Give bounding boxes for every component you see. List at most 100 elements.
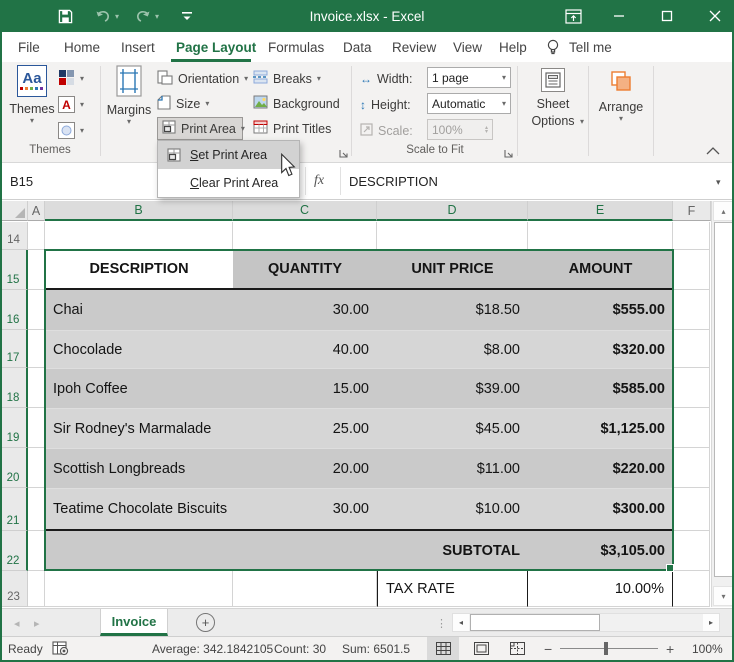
cell-d22[interactable]: SUBTOTAL <box>377 531 528 571</box>
formula-bar-expand-icon[interactable]: ▾ <box>716 177 721 188</box>
cell-d18[interactable]: $39.00 <box>377 368 528 408</box>
cell-b19[interactable]: Sir Rodney's Marmalade <box>45 408 233 448</box>
cell-d19[interactable]: $45.00 <box>377 408 528 448</box>
vertical-scrollbar[interactable]: ▴ ▾ <box>711 201 734 607</box>
tab-home[interactable]: Home <box>62 32 102 62</box>
arrange-button[interactable]: Arrange ▾ <box>592 65 650 123</box>
print-area-button[interactable]: Print Area ▾ <box>157 117 243 140</box>
breaks-button[interactable]: Breaks ▾ <box>253 67 321 90</box>
cell-d16[interactable]: $18.50 <box>377 290 528 330</box>
background-button[interactable]: Background <box>253 92 340 115</box>
cell-c21[interactable]: 30.00 <box>233 488 377 531</box>
cell-c23[interactable] <box>233 571 377 607</box>
cell-e16[interactable]: $555.00 <box>528 290 673 330</box>
cell-a21[interactable] <box>28 488 45 531</box>
zoom-slider-thumb[interactable] <box>604 642 608 655</box>
maximize-button[interactable] <box>650 0 684 32</box>
cell-f15[interactable] <box>673 250 710 290</box>
cell-c14[interactable] <box>233 222 377 250</box>
menu-item-set-print-area[interactable]: Set Print Area <box>158 141 299 169</box>
cell-c17[interactable]: 40.00 <box>233 330 377 368</box>
height-select[interactable]: Automatic ▾ <box>427 93 511 114</box>
cell-b18[interactable]: Ipoh Coffee <box>45 368 233 408</box>
save-icon[interactable] <box>56 7 74 25</box>
column-header-b[interactable]: B <box>45 201 233 221</box>
page-break-preview-icon[interactable] <box>501 637 533 660</box>
undo-dropdown-icon[interactable]: ▾ <box>112 7 122 25</box>
tab-scroll-divider[interactable]: ⋮ <box>436 609 447 637</box>
cell-a18[interactable] <box>28 368 45 408</box>
status-sum[interactable]: Sum: 6501.5 <box>342 637 410 660</box>
cell-d23[interactable]: TAX RATE <box>377 571 528 607</box>
close-button[interactable] <box>698 0 732 32</box>
orientation-button[interactable]: Orientation ▾ <box>157 67 248 90</box>
cell-e23[interactable]: 10.00% <box>528 571 673 607</box>
themes-button[interactable]: Aa Themes ▾ <box>8 65 56 125</box>
cell-f22[interactable] <box>673 531 710 571</box>
cell-e20[interactable]: $220.00 <box>528 448 673 488</box>
menu-item-clear-print-area[interactable]: Clear Print Area <box>158 169 299 197</box>
undo-icon[interactable] <box>94 7 112 25</box>
cell-b15-active[interactable]: DESCRIPTION <box>45 250 233 290</box>
cell-d14[interactable] <box>377 222 528 250</box>
scroll-left-icon[interactable]: ◂ <box>453 614 469 631</box>
scale-to-fit-dialog-launcher-icon[interactable] <box>503 146 514 157</box>
theme-effects-button[interactable]: ▾ <box>58 119 84 142</box>
tell-me-box[interactable]: Tell me <box>567 32 614 62</box>
cell-a19[interactable] <box>28 408 45 448</box>
page-setup-dialog-launcher-icon[interactable] <box>338 146 349 157</box>
tab-page-layout[interactable]: Page Layout <box>174 32 258 62</box>
cell-e18[interactable]: $585.00 <box>528 368 673 408</box>
tab-data[interactable]: Data <box>341 32 374 62</box>
cell-d17[interactable]: $8.00 <box>377 330 528 368</box>
cell-e17[interactable]: $320.00 <box>528 330 673 368</box>
column-header-a[interactable]: A <box>28 201 45 221</box>
customize-quick-access-icon[interactable] <box>178 7 196 25</box>
width-select[interactable]: 1 page ▾ <box>427 67 511 88</box>
cell-b14[interactable] <box>45 222 233 250</box>
cell-c18[interactable]: 15.00 <box>233 368 377 408</box>
cell-f17[interactable] <box>673 330 710 368</box>
cell-e15[interactable]: AMOUNT <box>528 250 673 290</box>
sheet-nav-right-icon[interactable]: ▸ <box>34 609 40 637</box>
cell-f18[interactable] <box>673 368 710 408</box>
zoom-level[interactable]: 100% <box>692 637 723 660</box>
cell-a15[interactable] <box>28 250 45 290</box>
select-all-corner[interactable] <box>0 201 28 221</box>
cell-e21[interactable]: $300.00 <box>528 488 673 531</box>
cell-c16[interactable]: 30.00 <box>233 290 377 330</box>
cell-a16[interactable] <box>28 290 45 330</box>
status-average[interactable]: Average: 342.1842105 <box>152 637 273 660</box>
theme-colors-button[interactable]: ▾ <box>58 67 84 90</box>
print-titles-button[interactable]: Print Titles <box>253 117 331 140</box>
column-header-d[interactable]: D <box>377 201 528 221</box>
formula-input[interactable]: DESCRIPTION <box>349 163 438 199</box>
cell-a17[interactable] <box>28 330 45 368</box>
cell-b23[interactable] <box>45 571 233 607</box>
cell-a14[interactable] <box>28 222 45 250</box>
cell-f20[interactable] <box>673 448 710 488</box>
normal-view-icon[interactable] <box>427 637 459 660</box>
page-layout-view-icon[interactable] <box>465 637 497 660</box>
cell-e22[interactable]: $3,105.00 <box>528 531 673 571</box>
new-sheet-button[interactable]: + <box>196 613 215 632</box>
tab-insert[interactable]: Insert <box>119 32 157 62</box>
tab-formulas[interactable]: Formulas <box>266 32 326 62</box>
cell-b17[interactable]: Chocolade <box>45 330 233 368</box>
cell-c20[interactable]: 20.00 <box>233 448 377 488</box>
sheet-nav-left-icon[interactable]: ◂ <box>14 609 20 637</box>
cell-c19[interactable]: 25.00 <box>233 408 377 448</box>
sheet-options-button[interactable]: Sheet Options ▾ <box>521 65 585 126</box>
tab-review[interactable]: Review <box>390 32 438 62</box>
collapse-ribbon-button[interactable] <box>706 142 720 160</box>
tab-help[interactable]: Help <box>497 32 529 62</box>
cell-c22[interactable] <box>233 531 377 571</box>
ribbon-display-options-icon[interactable] <box>556 0 590 32</box>
redo-dropdown-icon[interactable]: ▾ <box>152 7 162 25</box>
zoom-in-icon[interactable]: + <box>666 637 674 660</box>
cell-f23[interactable] <box>673 571 710 607</box>
tab-view[interactable]: View <box>451 32 484 62</box>
cell-b21[interactable]: Teatime Chocolate Biscuits <box>45 488 233 531</box>
theme-fonts-button[interactable]: A ▾ <box>58 93 84 116</box>
scroll-right-icon[interactable]: ▸ <box>703 614 719 631</box>
